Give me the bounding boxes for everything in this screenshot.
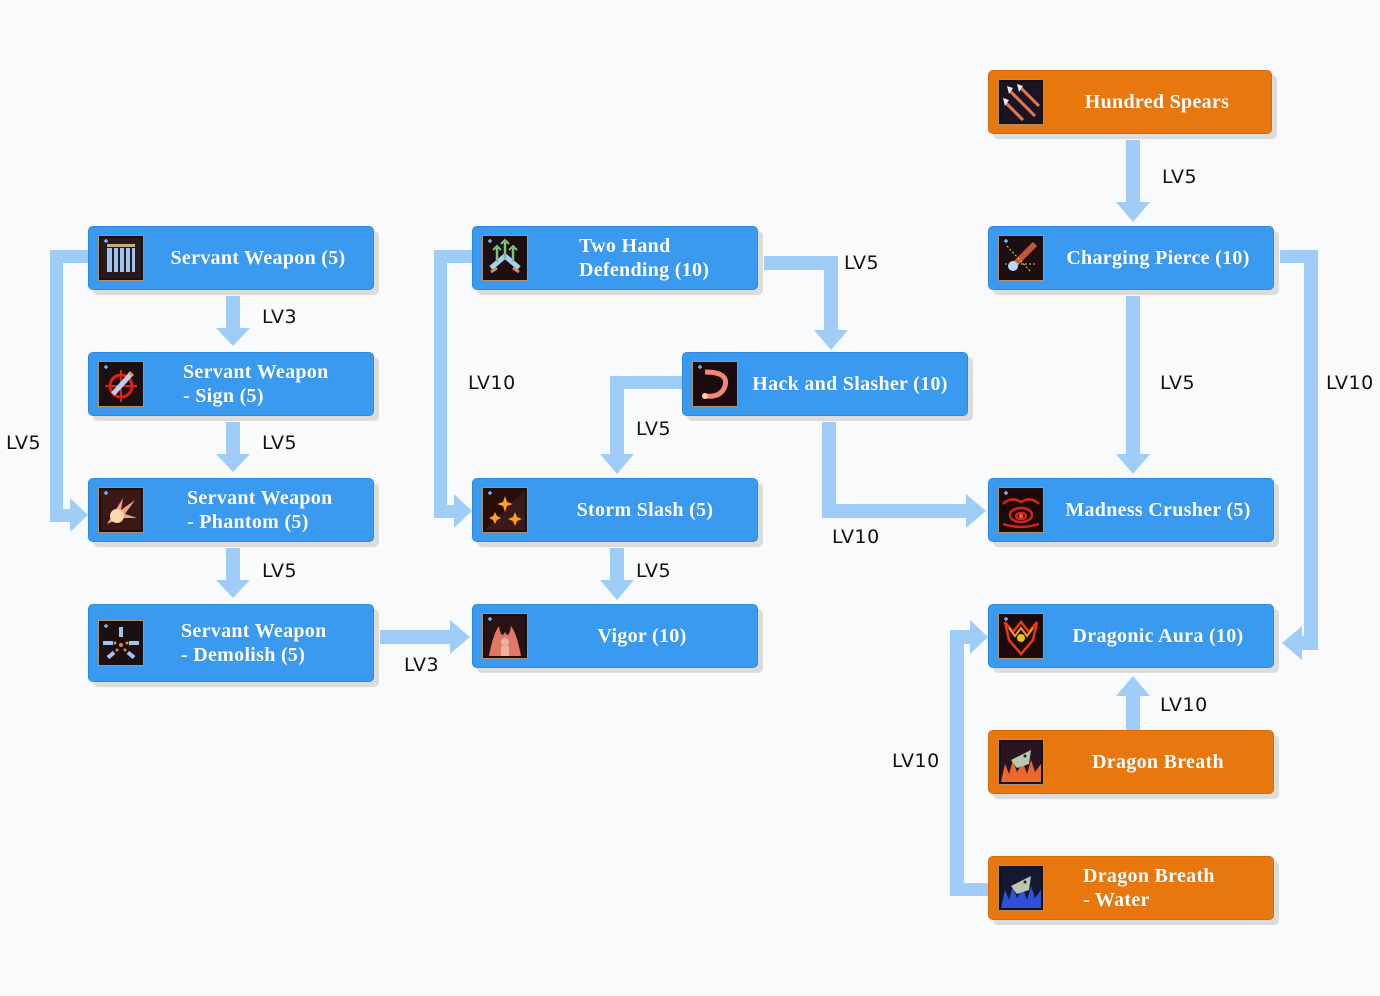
dragonic-aura-icon bbox=[998, 613, 1044, 659]
skill-name: Dragonic Aura (10) bbox=[1053, 605, 1263, 667]
edge-label: LV3 bbox=[262, 306, 298, 328]
skill-name-line: Storm Slash (5) bbox=[576, 499, 714, 521]
edge-label: LV5 bbox=[262, 432, 298, 454]
edge-arrow-dragon-breath-to-dragonic-aura bbox=[1116, 676, 1150, 732]
edge-arrow-charging-pierce-to-dragonic-aura bbox=[1280, 250, 1318, 660]
skill-node-servant-weapon-phantom[interactable]: Servant Weapon - Phantom (5) bbox=[88, 478, 374, 542]
dragon-breath-icon bbox=[998, 739, 1044, 785]
skill-name-line: Hack and Slasher (10) bbox=[752, 373, 948, 395]
edge-arrow-hundred-spears-to-charging-pierce bbox=[1116, 140, 1150, 222]
skill-name-line: - Phantom (5) bbox=[187, 511, 309, 533]
skill-name: Madness Crusher (5) bbox=[1053, 479, 1263, 541]
hundred-spears-icon bbox=[998, 79, 1044, 125]
skill-name: Dragon Breath - Water bbox=[1053, 857, 1263, 919]
skill-name: Hack and Slasher (10) bbox=[743, 353, 957, 415]
skill-name-line: Hundred Spears bbox=[1084, 91, 1230, 113]
skill-node-hack-and-slasher[interactable]: Hack and Slasher (10) bbox=[682, 352, 968, 416]
skill-name-line: Dragon Breath bbox=[1083, 865, 1215, 887]
two-hand-defending-icon bbox=[482, 235, 528, 281]
skill-name-line: Servant Weapon bbox=[183, 361, 329, 383]
skill-name: Storm Slash (5) bbox=[543, 479, 747, 541]
skill-name-line: Defending (10) bbox=[579, 259, 710, 281]
edge-label: LV5 bbox=[844, 252, 880, 274]
skill-name-line: Madness Crusher (5) bbox=[1065, 499, 1251, 521]
skill-node-vigor[interactable]: Vigor (10) bbox=[472, 604, 758, 668]
skill-name-line: Vigor (10) bbox=[597, 625, 687, 647]
edge-arrow-two-hand-defending-to-hack-and-slasher bbox=[764, 256, 848, 350]
charging-pierce-icon bbox=[998, 235, 1044, 281]
servant-weapon-sign-icon bbox=[98, 361, 144, 407]
edge-arrow-servant-weapon-to-phantom bbox=[50, 250, 90, 532]
skill-name: Hundred Spears bbox=[1053, 71, 1261, 133]
edge-label: LV5 bbox=[636, 418, 672, 440]
skill-name-line: Charging Pierce (10) bbox=[1066, 247, 1250, 269]
edge-label: LV5 bbox=[6, 432, 42, 454]
madness-crusher-icon bbox=[998, 487, 1044, 533]
edge-arrow-charging-pierce-to-madness-crusher bbox=[1116, 296, 1150, 474]
skill-node-madness-crusher[interactable]: Madness Crusher (5) bbox=[988, 478, 1274, 542]
skill-name: Servant Weapon - Phantom (5) bbox=[153, 479, 363, 541]
storm-slash-icon bbox=[482, 487, 528, 533]
servant-weapon-icon bbox=[98, 235, 144, 281]
skill-name-line: - Demolish (5) bbox=[181, 644, 306, 666]
edge-arrow-demolish-to-vigor bbox=[380, 620, 470, 654]
edge-arrow-phantom-to-demolish bbox=[216, 548, 250, 598]
skill-node-servant-weapon[interactable]: Servant Weapon (5) bbox=[88, 226, 374, 290]
vigor-icon bbox=[482, 613, 528, 659]
skill-name: Charging Pierce (10) bbox=[1053, 227, 1263, 289]
skill-name-line: Servant Weapon bbox=[187, 487, 333, 509]
skill-name-line: Dragon Breath bbox=[1092, 751, 1224, 773]
edge-label: LV5 bbox=[1160, 372, 1196, 394]
skill-name: Vigor (10) bbox=[537, 605, 747, 667]
skill-name: Two Hand Defending (10) bbox=[537, 227, 747, 289]
skill-name-line: Servant Weapon bbox=[181, 620, 327, 642]
edge-label: LV10 bbox=[1326, 372, 1374, 394]
edge-label: LV5 bbox=[636, 560, 672, 582]
prerequisite-node-hundred-spears[interactable]: Hundred Spears bbox=[988, 70, 1272, 134]
edge-label: LV10 bbox=[1160, 694, 1208, 716]
skill-name-line: Two Hand bbox=[579, 235, 671, 257]
skill-name-line: Servant Weapon (5) bbox=[170, 247, 346, 269]
hack-and-slasher-icon bbox=[692, 361, 738, 407]
edge-label: LV10 bbox=[468, 372, 516, 394]
skill-node-two-hand-defending[interactable]: Two Hand Defending (10) bbox=[472, 226, 758, 290]
skill-name-line: - Water bbox=[1083, 889, 1150, 911]
edge-label: LV5 bbox=[262, 560, 298, 582]
edge-arrow-servant-weapon-to-sign bbox=[216, 296, 250, 346]
edge-label: LV10 bbox=[892, 750, 940, 772]
edge-arrow-sign-to-phantom bbox=[216, 422, 250, 472]
edge-arrow-dragon-breath-water-to-dragonic-aura bbox=[950, 620, 990, 896]
skill-node-dragonic-aura[interactable]: Dragonic Aura (10) bbox=[988, 604, 1274, 668]
skill-node-storm-slash[interactable]: Storm Slash (5) bbox=[472, 478, 758, 542]
servant-weapon-demolish-icon bbox=[98, 620, 144, 666]
skill-node-charging-pierce[interactable]: Charging Pierce (10) bbox=[988, 226, 1274, 290]
edge-label: LV10 bbox=[832, 526, 880, 548]
edge-arrow-hack-and-slasher-to-madness-crusher bbox=[822, 422, 986, 528]
skill-name: Servant Weapon (5) bbox=[153, 227, 363, 289]
skill-node-servant-weapon-demolish[interactable]: Servant Weapon - Demolish (5) bbox=[88, 604, 374, 682]
servant-weapon-phantom-icon bbox=[98, 487, 144, 533]
edge-label: LV3 bbox=[404, 654, 440, 676]
skill-name: Dragon Breath bbox=[1053, 731, 1263, 793]
skill-node-servant-weapon-sign[interactable]: Servant Weapon - Sign (5) bbox=[88, 352, 374, 416]
dragon-breath-water-icon bbox=[998, 865, 1044, 911]
prerequisite-node-dragon-breath-water[interactable]: Dragon Breath - Water bbox=[988, 856, 1274, 920]
skill-name-line: Dragonic Aura (10) bbox=[1072, 625, 1244, 647]
edge-label: LV5 bbox=[1162, 166, 1198, 188]
skill-name-line: - Sign (5) bbox=[183, 385, 264, 407]
skill-name: Servant Weapon - Sign (5) bbox=[153, 353, 363, 415]
skill-name: Servant Weapon - Demolish (5) bbox=[153, 605, 363, 681]
prerequisite-node-dragon-breath[interactable]: Dragon Breath bbox=[988, 730, 1274, 794]
edge-arrow-storm-slash-to-vigor bbox=[600, 548, 634, 600]
